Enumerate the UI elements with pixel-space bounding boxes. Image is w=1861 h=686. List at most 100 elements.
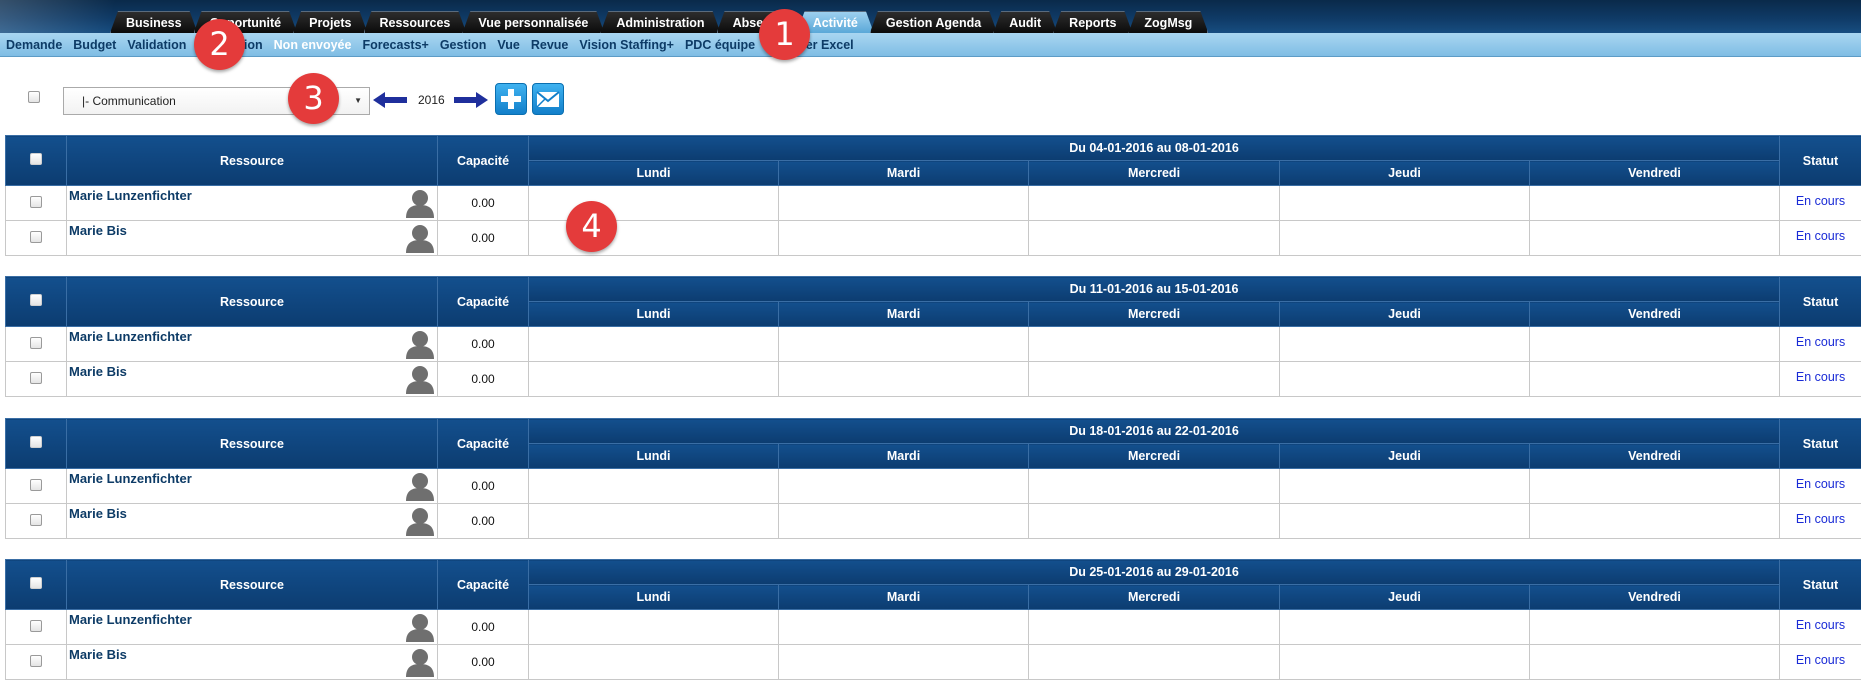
- tab-gestion-agenda[interactable]: Gestion Agenda: [870, 11, 997, 33]
- day-cell-lundi[interactable]: [528, 644, 779, 680]
- day-cell-vendredi[interactable]: [1528, 503, 1781, 539]
- submenu-vision-staffing[interactable]: Vision Staffing+: [579, 33, 674, 57]
- submenu-budget[interactable]: Budget: [73, 33, 116, 57]
- status-link[interactable]: En cours: [1796, 335, 1845, 349]
- submenu-gestion[interactable]: Gestion: [440, 33, 487, 57]
- row-checkbox[interactable]: [30, 619, 42, 632]
- resource-name-link[interactable]: Marie Bis: [69, 223, 127, 238]
- day-cell-mardi[interactable]: [778, 644, 1029, 680]
- tab-ressources[interactable]: Ressources: [364, 11, 467, 33]
- status-link[interactable]: En cours: [1796, 512, 1845, 526]
- arrow-left-icon[interactable]: [373, 91, 407, 109]
- day-cell-lundi[interactable]: [528, 609, 779, 645]
- day-cell-lundi[interactable]: [528, 185, 779, 221]
- tab-business[interactable]: Business: [110, 11, 198, 33]
- day-cell-vendredi[interactable]: [1528, 220, 1781, 256]
- table-row: Marie Lunzenfichter 0.00 En cours: [5, 185, 1861, 221]
- day-cell-mardi[interactable]: [778, 503, 1029, 539]
- submenu-vue[interactable]: Vue: [497, 33, 519, 57]
- resource-name-link[interactable]: Marie Bis: [69, 506, 127, 521]
- status-link[interactable]: En cours: [1796, 653, 1845, 667]
- submenu-forecasts[interactable]: Forecasts+: [362, 33, 428, 57]
- resource-name-link[interactable]: Marie Bis: [69, 647, 127, 662]
- week-select-checkbox[interactable]: [30, 294, 42, 306]
- day-cell-mardi[interactable]: [778, 361, 1029, 397]
- status-cell: En cours: [1779, 185, 1861, 221]
- day-cell-vendredi[interactable]: [1528, 609, 1781, 645]
- header-day-lundi: Lundi: [528, 584, 779, 610]
- day-cell-vendredi[interactable]: [1528, 326, 1781, 362]
- row-checkbox[interactable]: [30, 513, 42, 526]
- submenu-validation[interactable]: Validation: [127, 33, 186, 57]
- day-cell-vendredi[interactable]: [1528, 468, 1781, 504]
- day-cell-mercredi[interactable]: [1028, 609, 1280, 645]
- resource-name-link[interactable]: Marie Lunzenfichter: [69, 471, 192, 486]
- day-cell-lundi[interactable]: [528, 503, 779, 539]
- day-cell-mardi[interactable]: [778, 468, 1029, 504]
- day-cell-jeudi[interactable]: [1279, 503, 1530, 539]
- day-cell-vendredi[interactable]: [1528, 644, 1781, 680]
- resource-name-link[interactable]: Marie Lunzenfichter: [69, 612, 192, 627]
- day-cell-mercredi[interactable]: [1028, 185, 1280, 221]
- status-link[interactable]: En cours: [1796, 229, 1845, 243]
- day-cell-vendredi[interactable]: [1528, 361, 1781, 397]
- arrow-right-icon[interactable]: [454, 91, 488, 109]
- day-cell-mardi[interactable]: [778, 220, 1029, 256]
- select-all-checkbox[interactable]: [28, 91, 40, 103]
- status-link[interactable]: En cours: [1796, 618, 1845, 632]
- resource-name-link[interactable]: Marie Lunzenfichter: [69, 188, 192, 203]
- day-cell-mercredi[interactable]: [1028, 326, 1280, 362]
- day-cell-mercredi[interactable]: [1028, 468, 1280, 504]
- day-cell-mardi[interactable]: [778, 185, 1029, 221]
- tab-zogmsg[interactable]: ZogMsg: [1128, 11, 1208, 33]
- day-cell-lundi[interactable]: [528, 361, 779, 397]
- tab-administration[interactable]: Administration: [600, 11, 720, 33]
- status-link[interactable]: En cours: [1796, 370, 1845, 384]
- add-button[interactable]: [495, 83, 527, 115]
- row-checkbox[interactable]: [30, 478, 42, 491]
- day-cell-mercredi[interactable]: [1028, 361, 1280, 397]
- row-checkbox[interactable]: [30, 654, 42, 667]
- resource-name-link[interactable]: Marie Bis: [69, 364, 127, 379]
- tab-audit[interactable]: Audit: [993, 11, 1057, 33]
- status-link[interactable]: En cours: [1796, 477, 1845, 491]
- table-row: Marie Lunzenfichter 0.00 En cours: [5, 326, 1861, 362]
- submenu-revue[interactable]: Revue: [531, 33, 569, 57]
- day-cell-mardi[interactable]: [778, 326, 1029, 362]
- day-cell-mardi[interactable]: [778, 609, 1029, 645]
- resource-name-link[interactable]: Marie Lunzenfichter: [69, 329, 192, 344]
- submenu-non-envoyee[interactable]: Non envoyée: [274, 33, 352, 57]
- status-link[interactable]: En cours: [1796, 194, 1845, 208]
- header-capacity: Capacité: [437, 276, 529, 327]
- row-checkbox[interactable]: [30, 336, 42, 349]
- send-mail-button[interactable]: [532, 83, 564, 115]
- day-cell-mercredi[interactable]: [1028, 220, 1280, 256]
- week-select-checkbox[interactable]: [30, 436, 42, 448]
- week-select-checkbox[interactable]: [30, 153, 42, 165]
- day-cell-lundi[interactable]: [528, 468, 779, 504]
- day-cell-jeudi[interactable]: [1279, 609, 1530, 645]
- tab-reports[interactable]: Reports: [1053, 11, 1132, 33]
- day-cell-jeudi[interactable]: [1279, 644, 1530, 680]
- day-cell-jeudi[interactable]: [1279, 361, 1530, 397]
- chevron-down-icon: ▼: [354, 96, 362, 105]
- day-cell-mercredi[interactable]: [1028, 503, 1280, 539]
- day-cell-jeudi[interactable]: [1279, 220, 1530, 256]
- day-cell-mercredi[interactable]: [1028, 644, 1280, 680]
- submenu-demande[interactable]: Demande: [6, 33, 62, 57]
- day-cell-lundi[interactable]: [528, 326, 779, 362]
- row-checkbox[interactable]: [30, 230, 42, 243]
- header-capacity: Capacité: [437, 559, 529, 610]
- day-cell-vendredi[interactable]: [1528, 185, 1781, 221]
- row-checkbox[interactable]: [30, 371, 42, 384]
- row-checkbox[interactable]: [30, 195, 42, 208]
- header-day-lundi: Lundi: [528, 301, 779, 327]
- day-cell-jeudi[interactable]: [1279, 326, 1530, 362]
- day-cell-jeudi[interactable]: [1279, 185, 1530, 221]
- day-cell-jeudi[interactable]: [1279, 468, 1530, 504]
- tab-vue-personnalisee[interactable]: Vue personnalisée: [462, 11, 604, 33]
- week-table: Ressource Capacité Du 25-01-2016 au 29-0…: [5, 559, 1861, 680]
- tab-projets[interactable]: Projets: [293, 11, 367, 33]
- week-select-checkbox[interactable]: [30, 577, 42, 589]
- submenu-pdc-equipe[interactable]: PDC équipe: [685, 33, 755, 57]
